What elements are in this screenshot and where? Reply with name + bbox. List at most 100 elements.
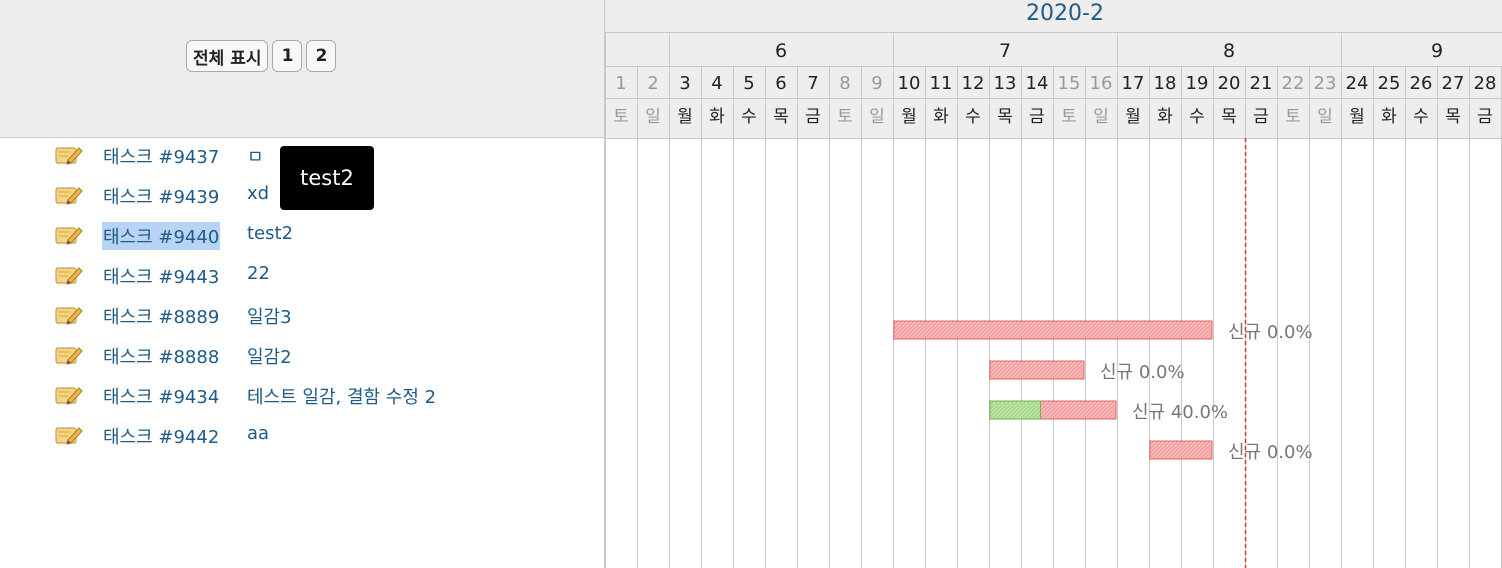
- task-link[interactable]: 태스크 #9434: [102, 382, 220, 410]
- task-subject[interactable]: test2: [247, 223, 293, 244]
- task-subject[interactable]: 일감2: [247, 343, 292, 369]
- day-number: 14: [1026, 73, 1049, 94]
- day-number: 6: [775, 73, 786, 94]
- day-number: 17: [1122, 73, 1145, 94]
- task-bar[interactable]: [893, 320, 1213, 340]
- day-number: 13: [994, 73, 1017, 94]
- task-bar-progress[interactable]: [989, 400, 1041, 420]
- day-number: 25: [1378, 73, 1401, 94]
- task-row: 태스크 #8889 일감3: [0, 297, 605, 337]
- task-bar-label: 신규 0.0%: [1228, 322, 1313, 343]
- weekday-label: 수: [1413, 107, 1429, 127]
- weekday-label: 일: [869, 107, 885, 127]
- day-number: 23: [1314, 73, 1337, 94]
- week-label: 8: [1223, 40, 1235, 62]
- task-link[interactable]: 태스크 #9440: [102, 222, 221, 250]
- task-row: 태스크 #9443 22: [0, 257, 605, 297]
- weekday-label: 목: [773, 107, 789, 127]
- weekday-label: 일: [1317, 107, 1333, 127]
- task-edit-icon: [55, 227, 83, 245]
- task-row: 태스크 #9434 테스트 일감, 결함 수정 2: [0, 377, 605, 417]
- weekday-label: 목: [997, 107, 1013, 127]
- day-number: 24: [1346, 73, 1369, 94]
- task-bar-label: 신규 40.0%: [1132, 402, 1228, 423]
- day-number: 4: [711, 73, 722, 94]
- task-bar-label: 신규 0.0%: [1100, 362, 1185, 383]
- weekday-label: 월: [1125, 107, 1141, 127]
- weekday-label: 금: [1253, 107, 1269, 127]
- task-edit-icon: [55, 147, 83, 165]
- weekday-label: 화: [709, 107, 725, 127]
- day-number: 22: [1282, 73, 1305, 94]
- month-label: 2020-2: [1026, 1, 1104, 26]
- week-label: 9: [1431, 40, 1443, 62]
- weekday-label: 화: [933, 107, 949, 127]
- day-number: 27: [1442, 73, 1465, 94]
- weekday-label: 수: [741, 107, 757, 127]
- task-subject[interactable]: 테스트 일감, 결함 수정 2: [247, 383, 436, 409]
- weekday-label: 일: [645, 107, 661, 127]
- day-number: 5: [743, 73, 754, 94]
- zoom-level-1-button[interactable]: 1: [272, 40, 303, 72]
- task-subject[interactable]: aa: [247, 423, 269, 444]
- gantt-chart: 2020-2 6 7 8 9 1 토 2 일 3 월 4 화 5 수 6 목 7 금 8 토 9 일 10 월 11 화 12 수 13 목…: [605, 0, 1502, 568]
- task-subject[interactable]: xd: [247, 183, 269, 204]
- day-number: 20: [1218, 73, 1241, 94]
- day-number: 26: [1410, 73, 1433, 94]
- weekday-label: 화: [1157, 107, 1173, 127]
- day-number: 8: [839, 73, 850, 94]
- task-edit-icon: [55, 387, 83, 405]
- day-number: 19: [1186, 73, 1209, 94]
- day-number: 11: [930, 73, 953, 94]
- task-bar[interactable]: [989, 360, 1085, 380]
- day-number: 2: [647, 73, 658, 94]
- week-label: 7: [999, 40, 1011, 62]
- day-number: 7: [807, 73, 818, 94]
- weekday-label: 목: [1221, 107, 1237, 127]
- task-subject[interactable]: ㅁ: [247, 143, 264, 169]
- task-link[interactable]: 태스크 #8889: [102, 302, 220, 330]
- task-bar[interactable]: [1149, 440, 1213, 460]
- weekday-label: 토: [1285, 107, 1301, 127]
- day-number: 9: [871, 73, 882, 94]
- day-number: 3: [679, 73, 690, 94]
- task-link[interactable]: 태스크 #8888: [102, 342, 220, 370]
- day-number: 28: [1474, 73, 1497, 94]
- task-subject[interactable]: 22: [247, 263, 270, 284]
- weekday-label: 화: [1381, 107, 1397, 127]
- weekday-label: 일: [1093, 107, 1109, 127]
- task-edit-icon: [55, 267, 83, 285]
- weekday-label: 금: [1029, 107, 1045, 127]
- weekday-label: 월: [1349, 107, 1365, 127]
- subject-tooltip: test2: [280, 146, 374, 210]
- day-number: 1: [615, 73, 626, 94]
- task-edit-icon: [55, 307, 83, 325]
- day-number: 15: [1058, 73, 1081, 94]
- day-number: 10: [898, 73, 921, 94]
- task-edit-icon: [55, 427, 83, 445]
- task-link[interactable]: 태스크 #9443: [102, 262, 220, 290]
- show-all-button[interactable]: 전체 표시: [186, 40, 269, 72]
- weekday-label: 목: [1445, 107, 1461, 127]
- left-header: 전체 표시 1 2: [0, 0, 605, 138]
- weekday-label: 월: [677, 107, 693, 127]
- task-subject[interactable]: 일감3: [247, 303, 292, 329]
- task-link[interactable]: 태스크 #9437: [102, 142, 220, 170]
- zoom-level-2-button[interactable]: 2: [306, 40, 337, 72]
- task-row: 태스크 #8888 일감2: [0, 337, 605, 377]
- task-bar-label: 신규 0.0%: [1228, 442, 1313, 463]
- weekday-label: 수: [965, 107, 981, 127]
- task-row: 태스크 #9442 aa: [0, 417, 605, 457]
- task-link[interactable]: 태스크 #9442: [102, 422, 220, 450]
- weekday-label: 수: [1189, 107, 1205, 127]
- weekday-label: 토: [613, 107, 629, 127]
- weekday-label: 금: [805, 107, 821, 127]
- task-link[interactable]: 태스크 #9439: [102, 182, 220, 210]
- task-edit-icon: [55, 187, 83, 205]
- day-number: 12: [962, 73, 985, 94]
- task-edit-icon: [55, 347, 83, 365]
- weekday-label: 토: [1061, 107, 1077, 127]
- task-row: 태스크 #9440 test2: [0, 217, 605, 257]
- weekday-label: 토: [837, 107, 853, 127]
- day-number: 18: [1154, 73, 1177, 94]
